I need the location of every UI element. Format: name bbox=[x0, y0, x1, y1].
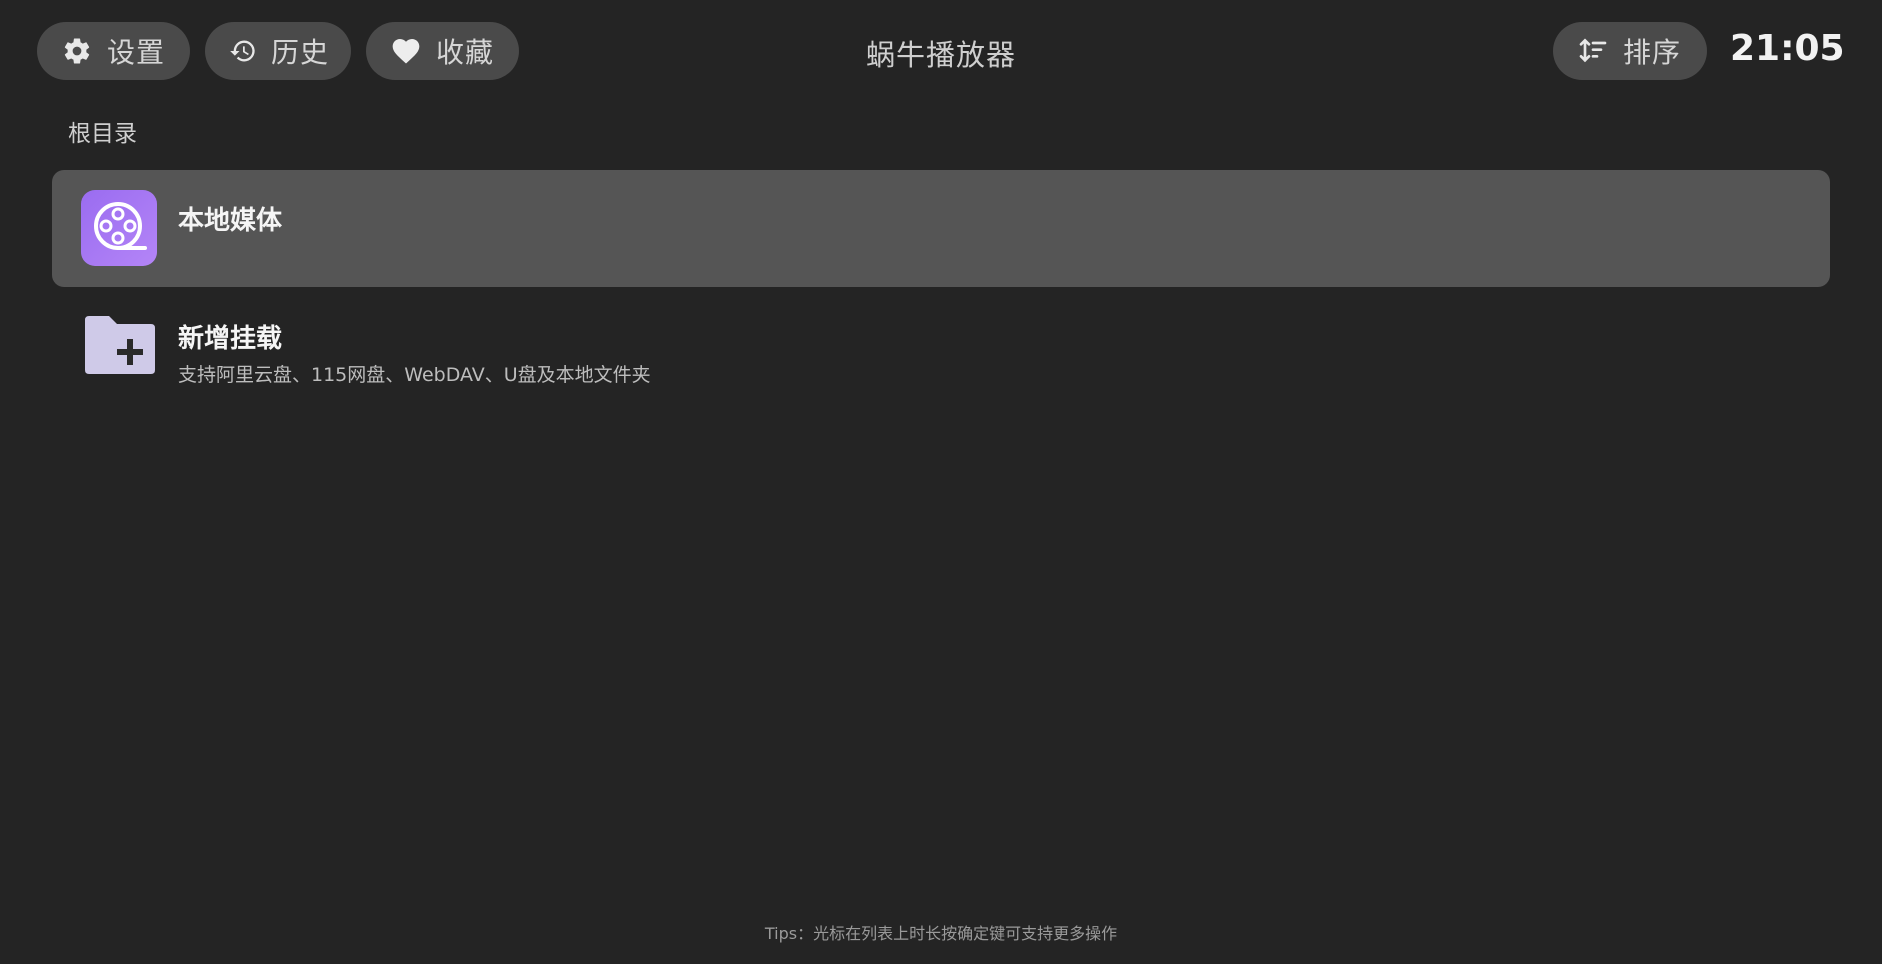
heart-icon bbox=[390, 35, 422, 67]
clock: 21:05 bbox=[1730, 28, 1845, 69]
list-item-title: 新增挂载 bbox=[178, 324, 283, 354]
sort-icon bbox=[1577, 35, 1609, 67]
favorites-button[interactable]: 收藏 bbox=[366, 22, 519, 80]
list-item-local-media[interactable]: 本地媒体 bbox=[52, 170, 1830, 287]
breadcrumb: 根目录 bbox=[68, 121, 137, 147]
app-root: 设置 历史 收藏 蜗牛播放器 排序 21:05 根目录 本地媒体 新增挂载 支持… bbox=[0, 0, 1882, 964]
history-label: 历史 bbox=[271, 36, 330, 69]
list-item-add-mount[interactable]: 新增挂载 支持阿里云盘、115网盘、WebDAV、U盘及本地文件夹 bbox=[52, 288, 1830, 405]
gear-icon bbox=[61, 35, 93, 67]
history-icon bbox=[229, 35, 257, 67]
list-item-subtitle: 支持阿里云盘、115网盘、WebDAV、U盘及本地文件夹 bbox=[178, 364, 651, 386]
favorites-label: 收藏 bbox=[436, 36, 495, 69]
settings-label: 设置 bbox=[107, 36, 166, 69]
sort-button[interactable]: 排序 bbox=[1553, 22, 1707, 80]
settings-button[interactable]: 设置 bbox=[37, 22, 190, 80]
film-reel-icon bbox=[81, 190, 157, 266]
history-button[interactable]: 历史 bbox=[205, 22, 351, 80]
tips-text: Tips：光标在列表上时长按确定键可支持更多操作 bbox=[764, 924, 1118, 943]
folder-add-icon bbox=[81, 308, 157, 384]
list-item-title: 本地媒体 bbox=[178, 206, 283, 236]
sort-label: 排序 bbox=[1623, 36, 1682, 69]
